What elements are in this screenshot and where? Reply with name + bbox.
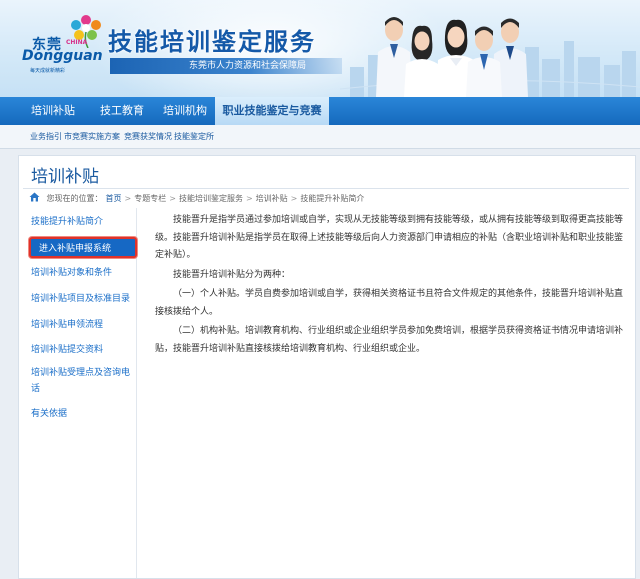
nav-item-skill-appraisal-competition[interactable]: 职业技能鉴定与竞赛 xyxy=(215,97,329,125)
breadcrumb-separator: > xyxy=(245,194,253,203)
sidebar: 技能提升补贴简介 进入补贴申报系统 培训补贴对象和条件 培训补贴项目及标准目录 … xyxy=(23,208,137,578)
breadcrumb-prefix: 您现在的位置： xyxy=(46,194,103,203)
breadcrumb-separator: > xyxy=(290,194,298,203)
article-paragraph-intro: 技能晋升是指学员通过参加培训或自学，实现从无技能等级到拥有技能等级，或从拥有技能… xyxy=(155,215,624,260)
breadcrumb-separator: > xyxy=(124,194,132,203)
sub-nav: 业务指引 市竞赛实施方案 竞赛获奖情况 技能鉴定所 xyxy=(0,125,640,149)
subnav-item-award-results[interactable]: 竞赛获奖情况 xyxy=(124,125,172,149)
logo-china-text: CHINA xyxy=(66,39,88,46)
logo-english-text: Dongguan xyxy=(22,48,103,64)
home-icon xyxy=(29,192,40,202)
article-paragraph-types: 技能晋升培训补贴分为两种： xyxy=(173,269,291,280)
nav-item-technical-education[interactable]: 技工教育 xyxy=(86,97,158,125)
breadcrumb-skill-service-link[interactable]: 技能培训鉴定服务 xyxy=(179,194,243,203)
page-title: 培训补贴 xyxy=(31,167,99,187)
nav-item-training-subsidy[interactable]: 培训补贴 xyxy=(14,97,92,125)
sidebar-item-application-process[interactable]: 培训补贴申领流程 xyxy=(31,317,135,333)
breadcrumb: 您现在的位置： 首页 > 专题专栏 > 技能培训鉴定服务 > 培训补贴 > 技能提升补贴简介 xyxy=(29,192,367,206)
breadcrumb-home-link[interactable]: 首页 xyxy=(106,194,122,203)
sidebar-item-required-documents[interactable]: 培训补贴提交资料 xyxy=(31,342,135,358)
main-nav: 培训补贴 技工教育 培训机构 职业技能鉴定与竞赛 xyxy=(0,97,640,125)
sidebar-item-subsidy-eligibility[interactable]: 培训补贴对象和条件 xyxy=(31,265,135,281)
dongguan-logo[interactable]: 东莞 CHINA Dongguan 每天成就新精彩 xyxy=(22,14,104,76)
nav-item-training-institutions[interactable]: 培训机构 xyxy=(154,97,216,125)
logo-slogan: 每天成就新精彩 xyxy=(30,68,66,74)
breadcrumb-training-subsidy-link[interactable]: 培训补贴 xyxy=(256,194,288,203)
sidebar-item-skill-promotion-intro[interactable]: 技能提升补贴简介 xyxy=(31,214,135,230)
sidebar-item-service-points-hotline[interactable]: 培训补贴受理点及咨询电话 xyxy=(31,365,135,397)
sidebar-item-legal-basis[interactable]: 有关依据 xyxy=(31,406,135,422)
article-body: 技能晋升是指学员通过参加培训或自学，实现从无技能等级到拥有技能等级，或从拥有技能… xyxy=(155,212,629,360)
title-divider xyxy=(23,188,629,189)
article-paragraph-institution: （二）机构补贴。培训教育机构、行业组织或企业组织学员参加免费培训，根据学员获得资… xyxy=(155,326,624,354)
subnav-item-business-guide[interactable]: 业务指引 xyxy=(30,125,62,149)
subnav-item-competition-plan[interactable]: 市竞赛实施方案 xyxy=(64,125,120,149)
content-panel: 培训补贴 您现在的位置： 首页 > 专题专栏 > 技能培训鉴定服务 > 培训补贴 > 技能提升补贴… xyxy=(18,155,636,579)
staff-photo-illustration xyxy=(376,17,528,97)
article-paragraph-individual: （一）个人补贴。学员自费参加培训或自学，获得相关资格证书且符合文件规定的其他条件… xyxy=(155,289,624,317)
breadcrumb-current-page: 技能提升补贴简介 xyxy=(300,194,365,203)
sidebar-item-subsidy-catalog[interactable]: 培训补贴项目及标准目录 xyxy=(31,291,135,307)
breadcrumb-special-topics-link[interactable]: 专题专栏 xyxy=(134,194,166,203)
subnav-item-appraisal-center[interactable]: 技能鉴定所 xyxy=(174,125,214,149)
sidebar-item-enter-subsidy-system[interactable]: 进入补贴申报系统 xyxy=(29,237,137,258)
site-title: 技能培训鉴定服务 xyxy=(108,28,316,56)
header-banner: 东莞 CHINA Dongguan 每天成就新精彩 技能培训鉴定服务 东莞市人力… xyxy=(0,0,640,97)
breadcrumb-separator: > xyxy=(169,194,176,203)
site-subtitle: 东莞市人力资源和社会保障局 xyxy=(110,58,342,74)
